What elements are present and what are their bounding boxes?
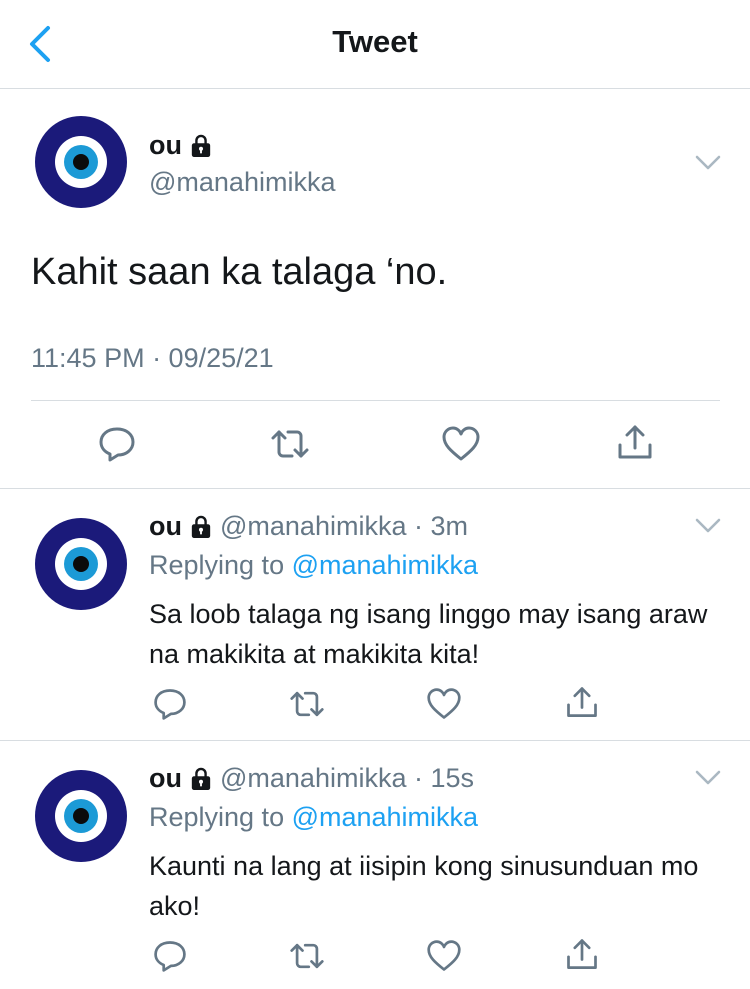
reply-button[interactable] (97, 424, 137, 464)
avatar[interactable] (35, 770, 127, 862)
handle-time: @manahimikka · 15s (220, 763, 474, 793)
display-name[interactable]: ou (149, 763, 182, 794)
divider (0, 488, 750, 489)
retweet-button[interactable] (289, 686, 325, 722)
replying-to: Replying to @manahimikka (149, 802, 478, 833)
like-button[interactable] (441, 424, 481, 464)
reply-text: Sa loob talaga ng isang linggo may isang… (149, 599, 708, 669)
reply-header: ou @manahimikka · 3m (149, 511, 468, 542)
reply-icon (97, 424, 137, 464)
reply-button[interactable] (152, 938, 188, 974)
lock-icon (190, 134, 212, 158)
reply-header: ou @manahimikka · 15s (149, 763, 474, 794)
heart-icon (426, 686, 462, 722)
lock-icon (190, 767, 212, 791)
retweet-icon (289, 938, 325, 974)
retweet-icon (270, 424, 310, 464)
page-title: Tweet (332, 24, 418, 59)
retweet-button[interactable] (270, 424, 310, 464)
chevron-down-icon[interactable] (695, 770, 721, 786)
display-name-text: ou (149, 130, 182, 160)
share-icon (564, 937, 600, 973)
like-button[interactable] (426, 938, 462, 974)
heart-icon (441, 424, 481, 464)
chevron-down-icon[interactable] (695, 518, 721, 534)
share-icon (564, 685, 600, 721)
avatar[interactable] (35, 518, 127, 610)
replying-to-link[interactable]: @manahimikka (292, 550, 478, 580)
share-button[interactable] (564, 937, 600, 973)
reply-icon (152, 686, 188, 722)
replying-to: Replying to @manahimikka (149, 550, 478, 581)
divider (0, 740, 750, 741)
display-name[interactable]: ou (149, 130, 212, 161)
user-handle[interactable]: @manahimikka (149, 167, 335, 198)
share-button[interactable] (615, 423, 655, 463)
display-name[interactable]: ou (149, 511, 182, 542)
reply-icon (152, 938, 188, 974)
share-button[interactable] (564, 685, 600, 721)
chevron-down-icon[interactable] (695, 155, 721, 171)
nav-bar: Tweet (0, 0, 750, 89)
retweet-button[interactable] (289, 938, 325, 974)
divider (31, 400, 720, 401)
retweet-icon (289, 686, 325, 722)
like-button[interactable] (426, 686, 462, 722)
tweet-timestamp: 11:45 PM · 09/25/21 (31, 343, 274, 373)
reply-text: Kaunti na lang at iisipin kong sinusundu… (149, 851, 699, 921)
avatar[interactable] (35, 116, 127, 208)
reply-button[interactable] (152, 686, 188, 722)
handle-time: @manahimikka · 3m (220, 511, 468, 541)
heart-icon (426, 938, 462, 974)
replying-prefix: Replying to (149, 550, 292, 580)
replying-prefix: Replying to (149, 802, 292, 832)
lock-icon (190, 515, 212, 539)
tweet-text: Kahit saan ka talaga ‘no. (31, 251, 448, 293)
replying-to-link[interactable]: @manahimikka (292, 802, 478, 832)
share-icon (615, 423, 655, 463)
